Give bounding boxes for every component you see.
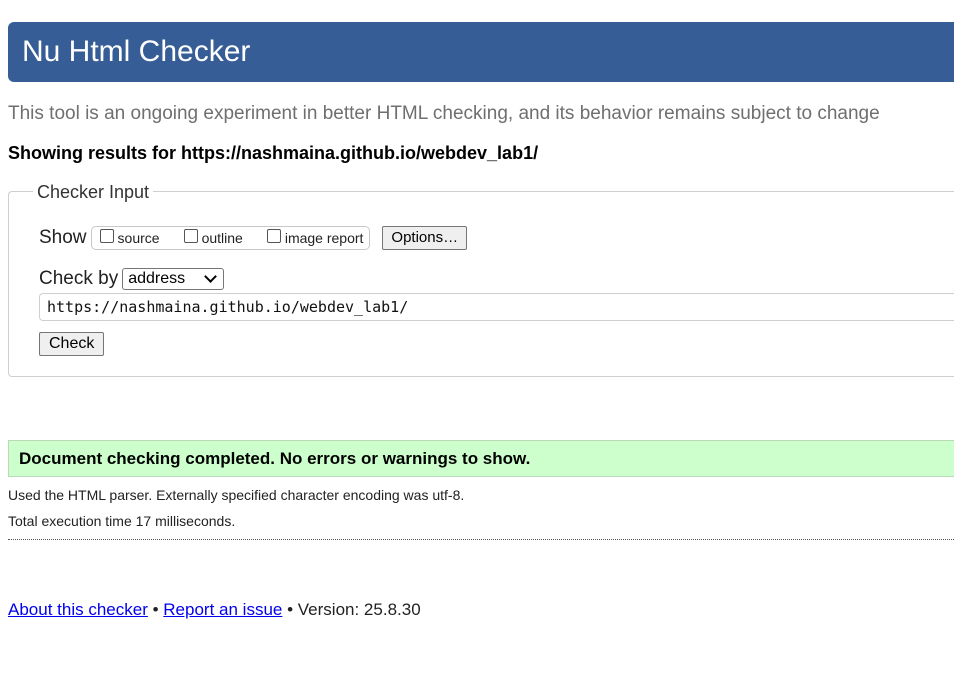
header-bar: Nu Html Checker [8, 22, 954, 82]
execution-time: Total execution time 17 milliseconds. [8, 513, 236, 529]
checker-input-fieldset: Checker Input Show source outline image … [8, 181, 954, 377]
options-button[interactable]: Options… [382, 226, 468, 250]
tagline: This tool is an ongoing experiment in be… [8, 103, 880, 124]
source-checkbox[interactable] [99, 229, 114, 243]
parser-info: Used the HTML parser. Externally specifi… [8, 487, 465, 503]
footer-separator: • [152, 600, 159, 619]
results-for-heading: Showing results for https://nashmaina.gi… [8, 143, 538, 164]
divider [8, 539, 954, 540]
show-source-option[interactable]: source [94, 229, 178, 246]
footer: About this checker • Report an issue • V… [8, 600, 421, 620]
version-text: Version: 25.8.30 [297, 600, 421, 619]
show-options-group: source outline image report [90, 226, 371, 250]
check-by-row: Check by address [39, 268, 225, 290]
check-by-label: Check by [39, 268, 119, 289]
outline-label: outline [201, 230, 243, 246]
page-title: Nu Html Checker [22, 35, 251, 68]
show-label: Show [39, 227, 87, 248]
page: Nu Html Checker This tool is an ongoing … [0, 0, 954, 684]
show-outline-option[interactable]: outline [178, 229, 261, 246]
source-label: source [117, 230, 160, 246]
checker-input-legend: Checker Input [33, 181, 154, 203]
results-for-url: https://nashmaina.github.io/webdev_lab1/ [181, 143, 539, 163]
success-message: Document checking completed. No errors o… [8, 440, 954, 477]
report-issue-link[interactable]: Report an issue [163, 600, 282, 619]
chevron-down-icon [204, 270, 218, 283]
check-button[interactable]: Check [39, 332, 105, 356]
results-for-prefix: Showing results for [8, 143, 177, 163]
image-report-checkbox[interactable] [266, 229, 281, 243]
check-by-selected-value: address [128, 270, 186, 287]
show-image-report-option[interactable]: image report [261, 229, 364, 246]
image-report-label: image report [284, 230, 364, 246]
outline-checkbox[interactable] [183, 229, 198, 243]
check-by-select[interactable]: address [122, 268, 225, 290]
footer-separator: • [287, 600, 294, 619]
show-row: Show source outline image report Options… [39, 225, 468, 251]
about-checker-link[interactable]: About this checker [8, 600, 148, 619]
url-input[interactable]: https://nashmaina.github.io/webdev_lab1/ [39, 293, 954, 321]
